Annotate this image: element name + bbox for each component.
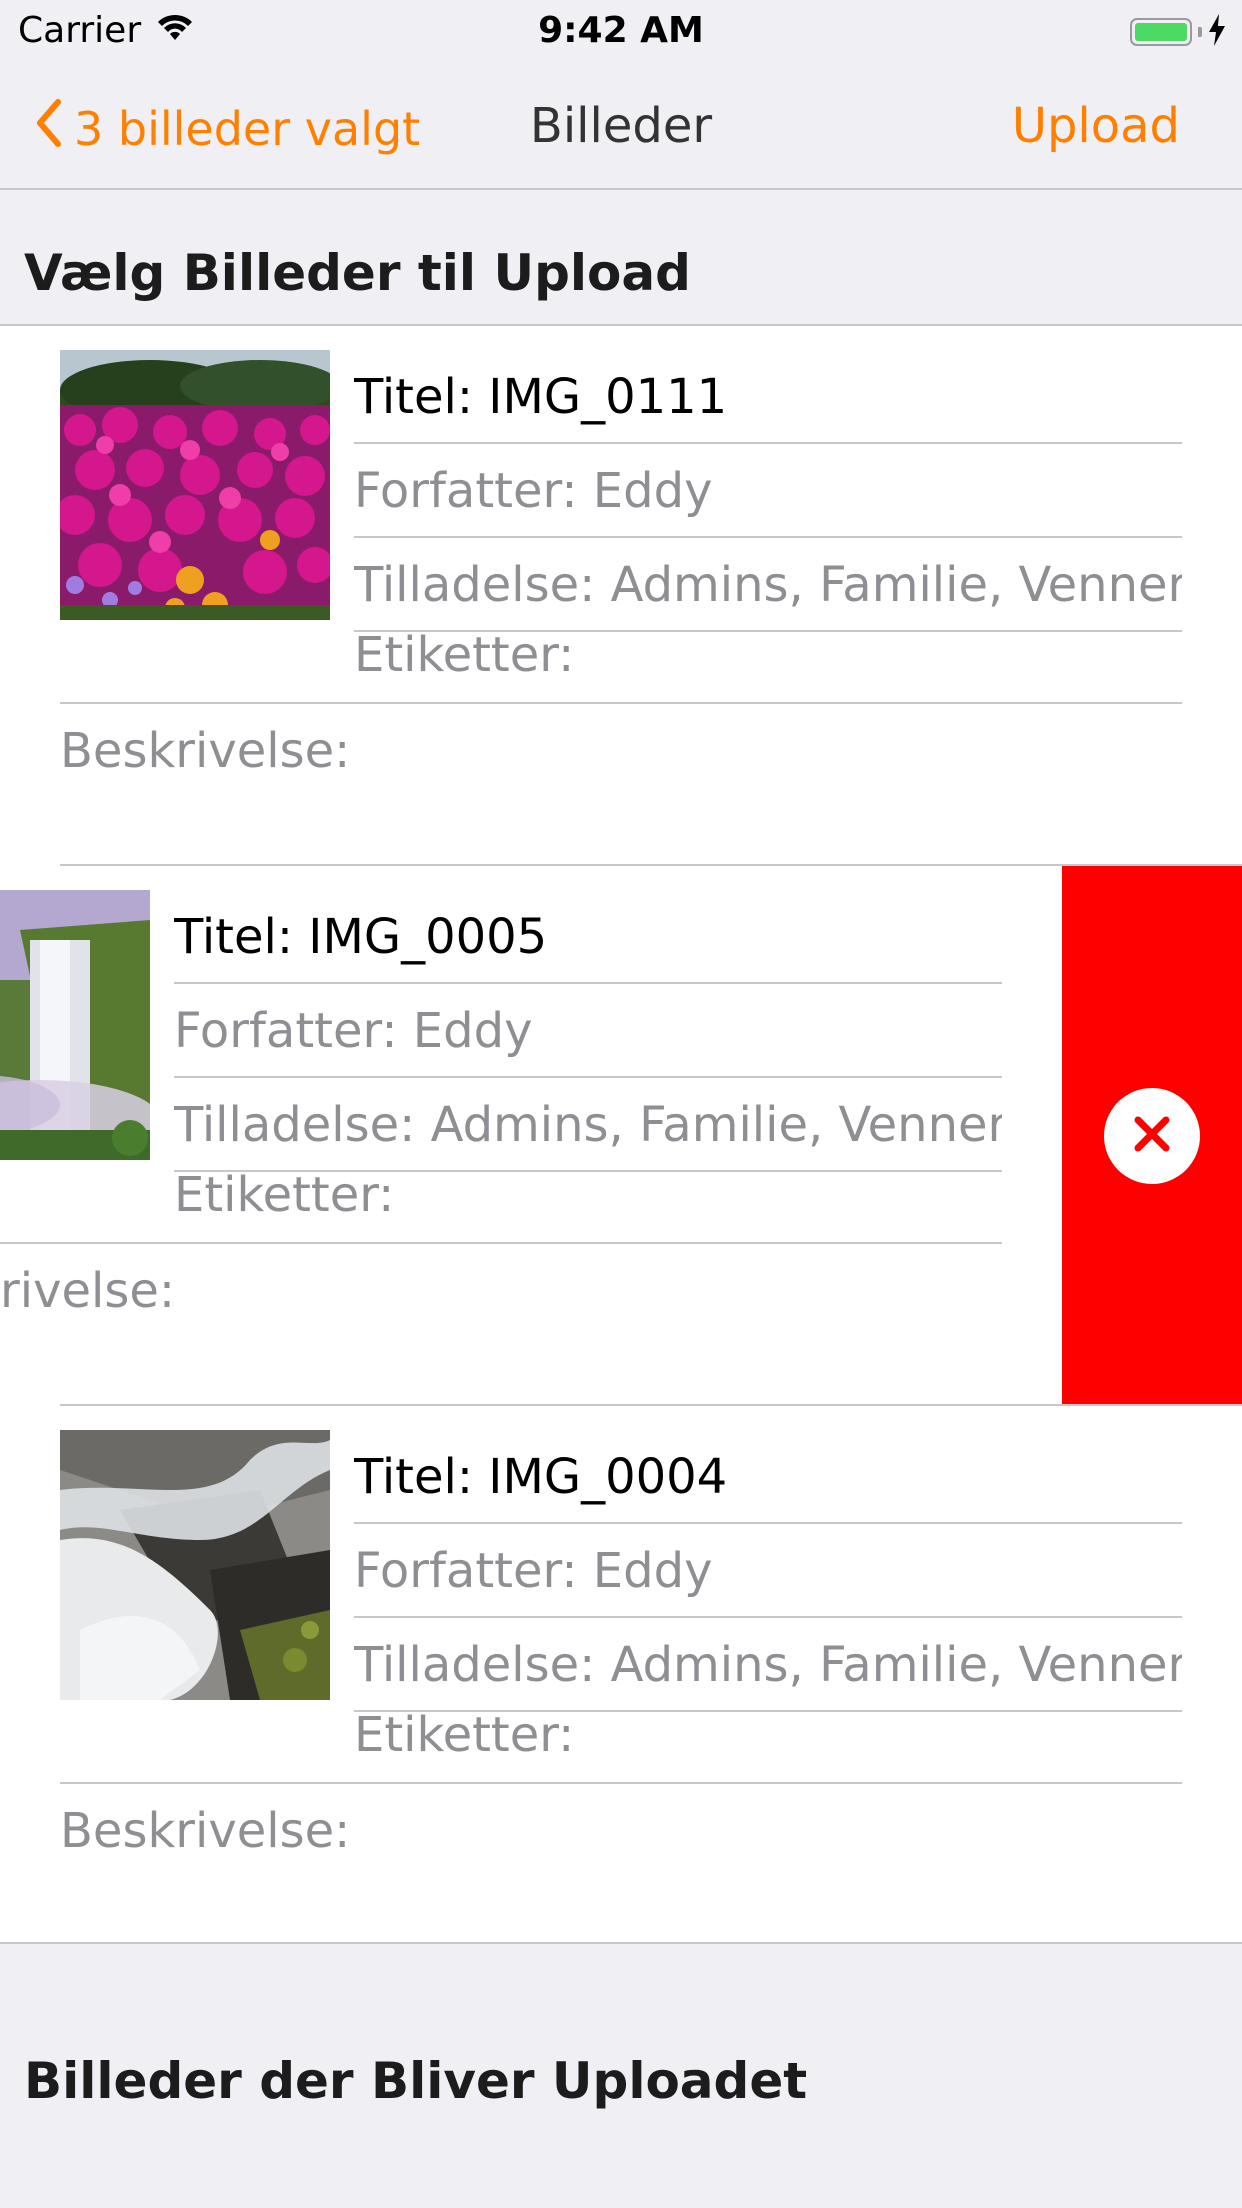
status-bar: Carrier 9:42 AM <box>0 0 1242 62</box>
author-field[interactable]: Forfatter: Eddy <box>174 984 1002 1078</box>
upload-button[interactable]: Upload <box>1012 98 1180 154</box>
battery-icon <box>1130 18 1192 46</box>
section-header-select: Vælg Billeder til Upload <box>24 244 691 302</box>
description-field[interactable]: Beskrivelse: <box>60 704 1182 798</box>
status-time: 9:42 AM <box>538 10 704 51</box>
author-field[interactable]: Forfatter: Eddy <box>354 444 1182 538</box>
title-field[interactable]: Titel: IMG_0004 <box>354 1430 1182 1524</box>
image-list: Titel: IMG_0111 Forfatter: Eddy Tilladel… <box>0 324 1242 1944</box>
delete-circle <box>1104 1088 1200 1184</box>
navigation-bar: 3 billeder valgt Billeder Upload <box>0 62 1242 190</box>
image-thumbnail <box>60 350 330 620</box>
description-field[interactable]: Beskrivelse: <box>60 1784 1182 1878</box>
close-icon <box>1130 1112 1174 1160</box>
title-field[interactable]: Titel: IMG_0111 <box>354 350 1182 444</box>
list-item[interactable]: Titel: IMG_0004 Forfatter: Eddy Tilladel… <box>0 1406 1242 1942</box>
delete-button[interactable] <box>1062 866 1242 1406</box>
tags-field[interactable]: Etiketter: <box>174 1148 1002 1242</box>
list-item[interactable]: Titel: IMG_0005 Forfatter: Eddy Tilladel… <box>0 866 1242 1406</box>
battery-indicator <box>1130 14 1226 50</box>
charging-bolt-icon <box>1208 14 1226 50</box>
tags-field[interactable]: Etiketter: <box>354 608 1182 702</box>
image-thumbnail <box>60 1430 330 1700</box>
title-field[interactable]: Titel: IMG_0005 <box>174 890 1002 984</box>
list-item[interactable]: Titel: IMG_0111 Forfatter: Eddy Tilladel… <box>0 326 1242 866</box>
author-field[interactable]: Forfatter: Eddy <box>354 1524 1182 1618</box>
image-thumbnail <box>0 890 150 1160</box>
tags-field[interactable]: Etiketter: <box>354 1688 1182 1782</box>
description-field[interactable]: rivelse: <box>0 1244 1122 1338</box>
section-header-uploading: Billeder der Bliver Uploadet <box>24 2052 808 2110</box>
